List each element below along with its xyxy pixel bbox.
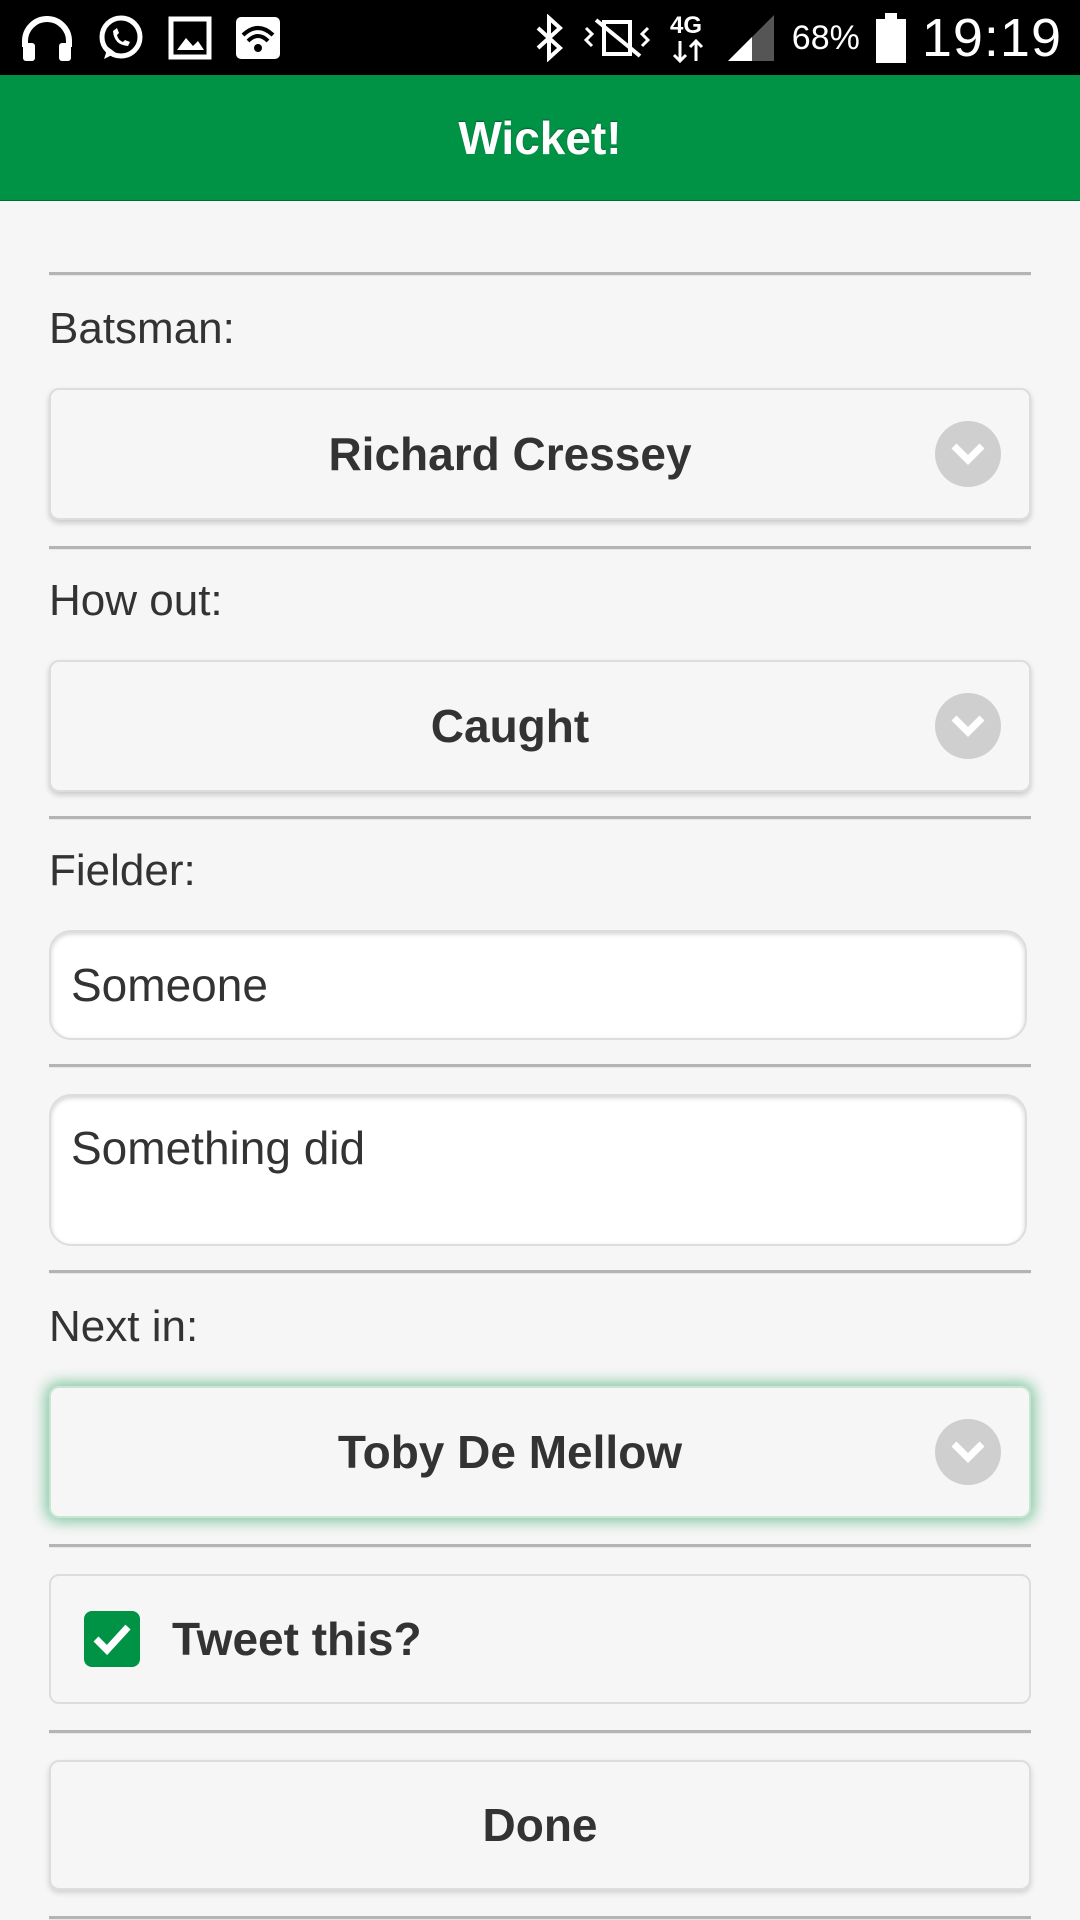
chevron-down-icon (935, 1419, 1001, 1485)
divider (49, 1064, 1031, 1068)
status-bar: 4G 68% 19:19 (0, 0, 1080, 75)
next-in-select[interactable]: Toby De Mellow (49, 1386, 1031, 1518)
page-title: Wicket! (458, 111, 622, 164)
wifi-icon (234, 15, 282, 61)
headphones-icon (20, 15, 74, 61)
tweet-checkbox[interactable] (84, 1611, 140, 1667)
done-button[interactable]: Done (49, 1760, 1031, 1890)
signal-icon (726, 13, 776, 63)
tweet-checkbox-row[interactable]: Tweet this? (49, 1574, 1031, 1704)
next-in-select-value: Toby De Mellow (337, 1426, 683, 1478)
chevron-down-icon (935, 693, 1001, 759)
batsman-select-value: Richard Cressey (328, 428, 692, 480)
tweet-checkbox-label: Tweet this? (172, 1613, 422, 1665)
vibrate-icon (582, 16, 652, 60)
divider (49, 1730, 1031, 1734)
fielder-input[interactable]: Someone (49, 930, 1027, 1040)
bluetooth-icon (532, 14, 566, 62)
divider (49, 1544, 1031, 1548)
divider (49, 1916, 1031, 1920)
how-out-select[interactable]: Caught (49, 660, 1031, 792)
how-out-select-value: Caught (430, 700, 590, 752)
battery-icon (875, 13, 906, 63)
battery-percent: 68% (791, 18, 860, 57)
whatsapp-icon (96, 13, 146, 63)
divider (49, 1270, 1031, 1274)
clock: 19:19 (921, 8, 1062, 68)
chevron-down-icon (935, 421, 1001, 487)
next-in-label: Next in: (49, 1302, 199, 1351)
divider (49, 272, 1031, 276)
how-out-label: How out: (49, 576, 223, 625)
header-bar: Wicket! (0, 75, 1080, 201)
description-textarea[interactable]: Something did (49, 1094, 1027, 1246)
divider (49, 546, 1031, 550)
svg-text:4G: 4G (670, 12, 702, 39)
divider (49, 816, 1031, 820)
batsman-label: Batsman: (49, 304, 235, 353)
network-4g-icon: 4G (668, 11, 710, 65)
batsman-select[interactable]: Richard Cressey (49, 388, 1031, 520)
fielder-label: Fielder: (49, 846, 196, 895)
image-icon (168, 16, 212, 60)
